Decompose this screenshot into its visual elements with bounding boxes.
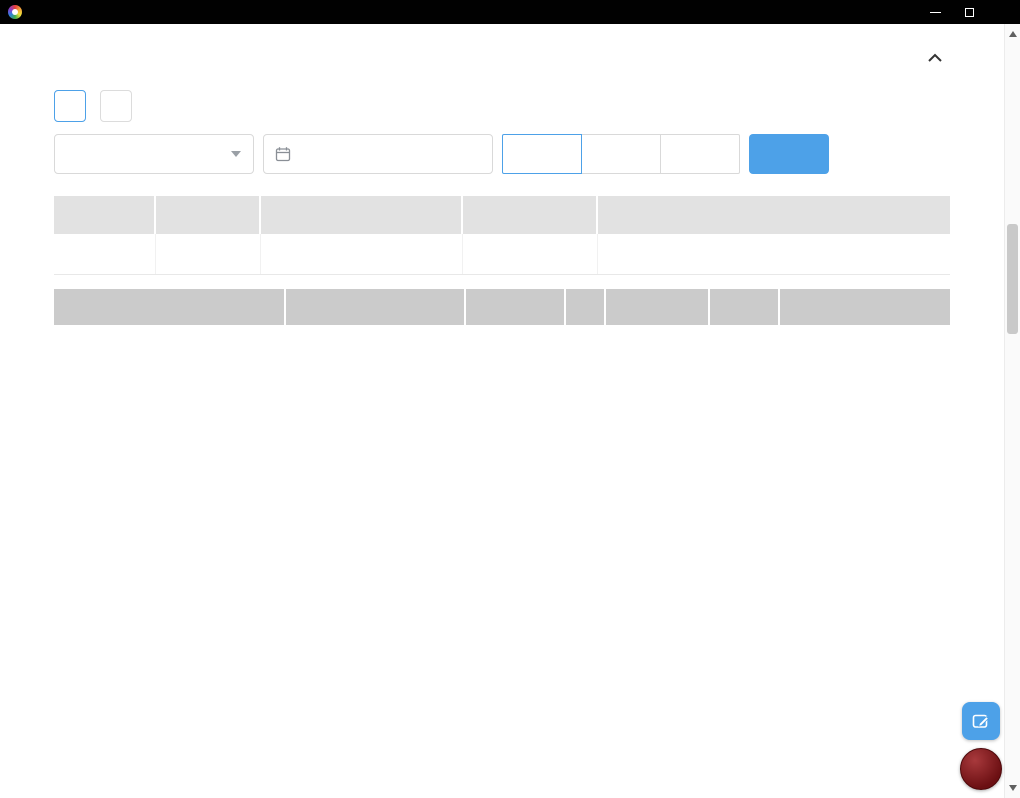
filter-bar	[54, 134, 950, 174]
collapse-section-button[interactable]	[924, 47, 946, 69]
header-bet-amount	[605, 288, 710, 325]
bet-records-table	[54, 288, 950, 325]
minimize-icon	[929, 11, 941, 13]
app-logo-icon	[8, 5, 22, 19]
page-header	[54, 47, 950, 69]
summary-bonus-value	[597, 234, 950, 275]
scroll-up-arrow[interactable]	[1005, 26, 1020, 42]
maximize-icon	[964, 7, 974, 17]
triangle-up-icon	[1009, 31, 1017, 37]
range-last8days-button[interactable]	[660, 134, 740, 174]
summary-table	[54, 196, 950, 275]
calendar-icon	[275, 147, 291, 162]
summary-count-value	[155, 234, 261, 275]
maximize-button[interactable]	[952, 0, 986, 24]
tab-cancelled-orders[interactable]	[100, 90, 132, 122]
range-yesterday-button[interactable]	[581, 134, 661, 174]
main-content	[0, 24, 1004, 798]
summary-header-row	[54, 196, 950, 234]
tab-bet-records[interactable]	[54, 90, 86, 122]
close-button[interactable]	[986, 0, 1020, 24]
header-order-number	[285, 288, 466, 325]
customer-service-button[interactable]	[962, 702, 1000, 740]
header-game-category	[465, 288, 566, 325]
date-range-input[interactable]	[263, 134, 493, 174]
summary-bet-amount-value	[260, 234, 463, 275]
vertical-scrollbar	[1004, 24, 1020, 798]
header-result	[565, 288, 606, 325]
window-controls	[918, 0, 1020, 24]
scrollbar-thumb[interactable]	[1007, 224, 1018, 334]
bet-table-header-row	[54, 288, 950, 325]
member-center-window	[0, 0, 1020, 798]
chevron-up-icon	[928, 53, 942, 62]
header-bonus	[779, 288, 950, 325]
quick-range-group	[502, 134, 740, 174]
summary-header-bet-amount	[260, 196, 463, 234]
summary-header-count	[155, 196, 261, 234]
summary-header-blank	[54, 196, 156, 234]
summary-total-label	[54, 234, 156, 275]
summary-total-row	[54, 234, 950, 275]
range-today-button[interactable]	[502, 134, 582, 174]
game-select[interactable]	[54, 134, 254, 174]
edit-note-icon	[972, 714, 989, 728]
titlebar-left	[0, 5, 30, 19]
scroll-down-arrow[interactable]	[1005, 780, 1020, 796]
chevron-down-icon	[231, 151, 241, 157]
summary-header-payout	[462, 196, 598, 234]
summary-payout-value	[462, 234, 598, 275]
header-bet-time	[54, 288, 286, 325]
minimize-button[interactable]	[918, 0, 952, 24]
bbin-logo-button[interactable]	[960, 748, 1002, 790]
summary-header-bonus	[597, 196, 950, 234]
search-button[interactable]	[749, 134, 829, 174]
record-tabs	[54, 90, 950, 122]
titlebar	[0, 0, 1020, 24]
triangle-down-icon	[1009, 785, 1017, 791]
header-payout	[709, 288, 780, 325]
